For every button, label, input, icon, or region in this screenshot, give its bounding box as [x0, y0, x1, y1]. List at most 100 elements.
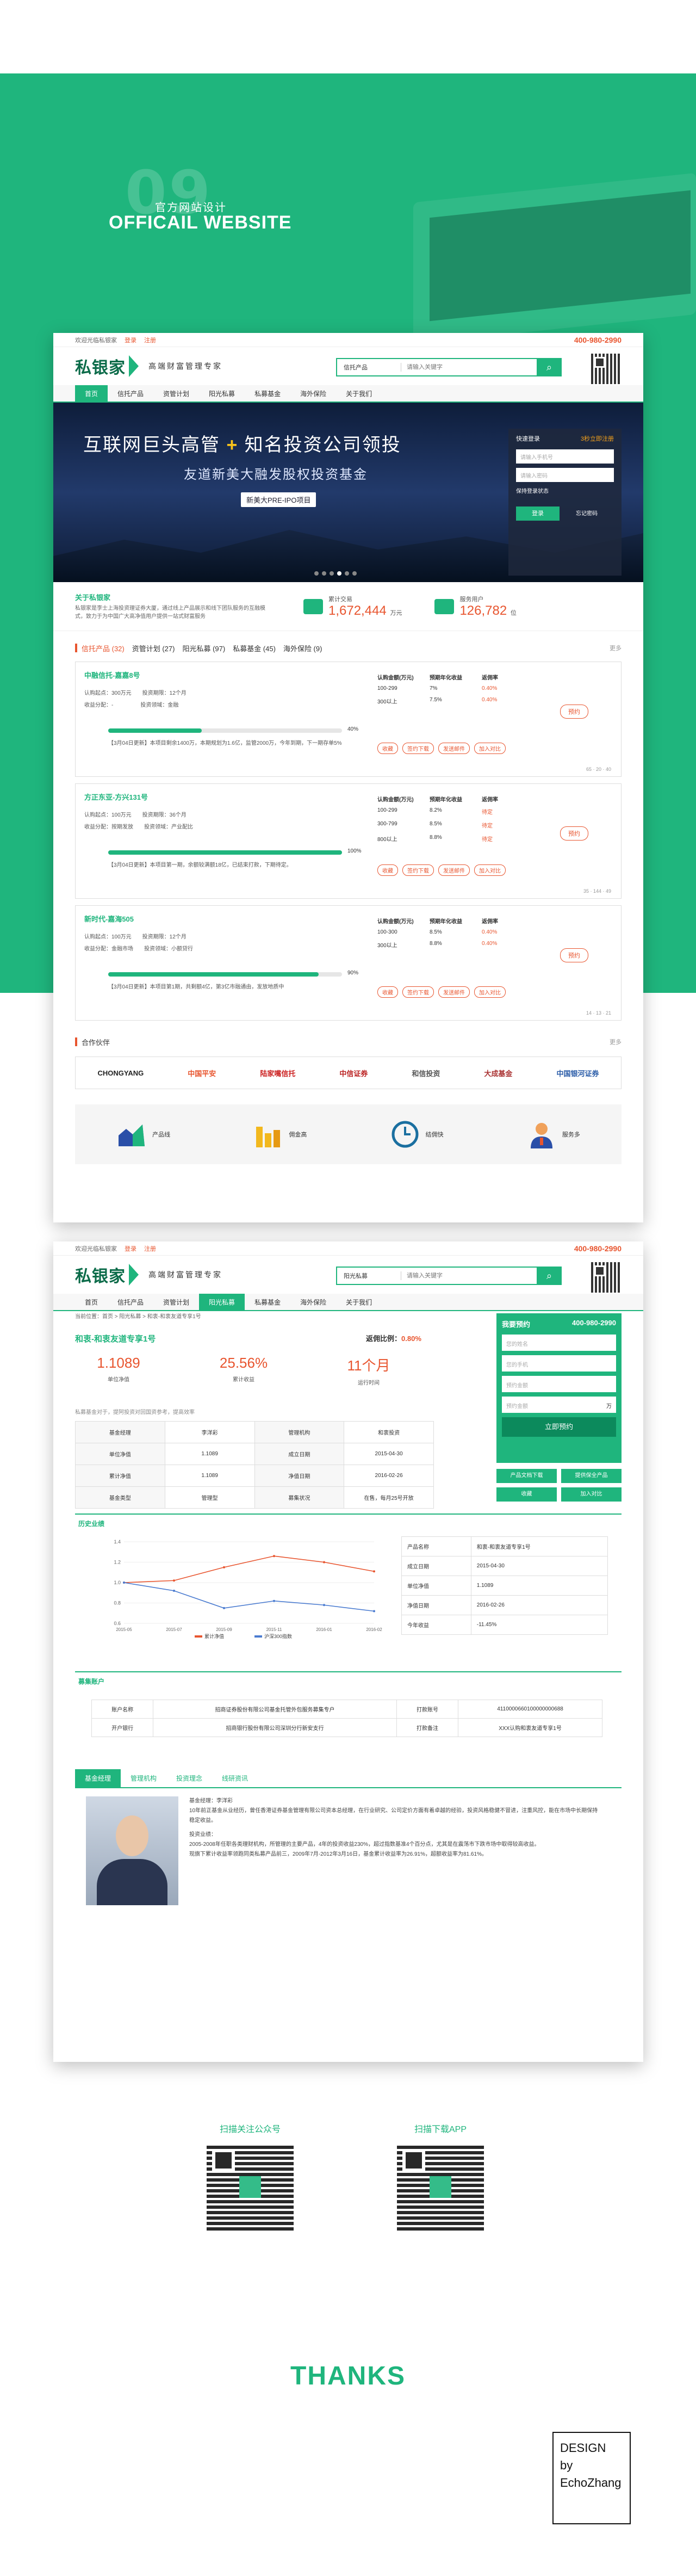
reserve-button[interactable]: 预约 [560, 826, 588, 841]
cell: 7% [430, 685, 438, 691]
carousel-dot[interactable] [345, 571, 349, 576]
cell: 待定 [482, 837, 493, 843]
login-link[interactable]: 登录 [125, 336, 136, 344]
tab-sunshine[interactable]: 阳光私募 (97) [182, 643, 225, 653]
login-link[interactable]: 登录 [125, 1244, 136, 1253]
search-input[interactable] [401, 364, 537, 370]
email-button[interactable]: 发送邮件 [438, 743, 470, 754]
tab-research[interactable]: 线研资讯 [212, 1769, 258, 1787]
partner-logo[interactable]: 中国银河证券 [556, 1068, 599, 1078]
amount-field[interactable]: 预约金额 [502, 1376, 616, 1392]
product-info-row: 收益分配：按期发放 投资领域：产业配比 [84, 824, 193, 830]
quick-register-link[interactable]: 3秒立即注册 [581, 434, 614, 443]
carousel-dot[interactable] [314, 571, 319, 576]
search-category-select[interactable]: 阳光私募 [337, 1271, 401, 1280]
tab-asset-mgmt[interactable]: 资管计划 (27) [132, 643, 175, 653]
phone-field[interactable]: 请输入手机号 [516, 449, 614, 464]
amount-field-2[interactable]: 预约金额 万 [502, 1397, 616, 1413]
compare-button[interactable]: 加入对比 [474, 864, 506, 876]
partner-logo[interactable]: 陆家嘴信托 [260, 1068, 295, 1078]
tab-trust[interactable]: 信托产品 (32) [82, 643, 125, 653]
download-button[interactable]: 签约下载 [402, 986, 434, 998]
favorite-button[interactable]: 收藏 [377, 986, 398, 998]
hero-banner[interactable]: 互联网巨头高管 + 知名投资公司领投 友道新美大融发股权投资基金 新美大PRE-… [53, 403, 643, 582]
password-field[interactable]: 请输入密码 [516, 468, 614, 482]
partner-logo[interactable]: 中信证券 [339, 1068, 368, 1078]
tab-manager[interactable]: 基金经理 [75, 1769, 121, 1787]
partner-logo[interactable]: CHONGYANG [98, 1069, 144, 1077]
reserve-button[interactable]: 预约 [560, 948, 588, 962]
nav-private-fund[interactable]: 私募基金 [245, 1294, 290, 1310]
carousel-dot[interactable] [322, 571, 326, 576]
nav-trust[interactable]: 信托产品 [108, 385, 153, 401]
series-line [123, 1555, 375, 1583]
email-button[interactable]: 发送邮件 [438, 864, 470, 876]
partner-logo[interactable]: 和信投资 [412, 1068, 440, 1078]
carousel-dot[interactable] [352, 571, 357, 576]
register-link[interactable]: 注册 [144, 336, 156, 344]
provide-product-button[interactable]: 提供保全产品 [561, 1469, 622, 1483]
nav-about[interactable]: 关于我们 [336, 385, 382, 401]
nav-sunshine[interactable]: 阳光私募 [199, 1294, 245, 1310]
email-button[interactable]: 发送邮件 [438, 986, 470, 998]
cell: 开户银行 [91, 1718, 154, 1737]
tab-private-fund[interactable]: 私募基金 (45) [233, 643, 276, 653]
more-link[interactable]: 更多 [610, 644, 622, 652]
register-link[interactable]: 注册 [144, 1244, 156, 1253]
nav-asset-mgmt[interactable]: 资管计划 [153, 385, 199, 401]
nav-trust[interactable]: 信托产品 [108, 1294, 153, 1310]
tab-institution[interactable]: 管理机构 [121, 1769, 166, 1787]
search-category-select[interactable]: 信托产品 [337, 363, 401, 372]
nav-about[interactable]: 关于我们 [336, 1294, 382, 1310]
kpi-return: 25.56% 累计收益 [200, 1355, 287, 1383]
reserve-button[interactable]: 预约 [560, 705, 588, 719]
favorite-button[interactable]: 收藏 [377, 864, 398, 876]
tab-philosophy[interactable]: 投资理念 [166, 1769, 212, 1787]
favorite-button[interactable]: 收藏 [377, 743, 398, 754]
product-description: 【3月04日更新】本项目剩余1400万，本期规划为1.6亿，监管2000万，今年… [108, 740, 342, 746]
search-button[interactable]: ⌕ [537, 358, 562, 376]
compare-button[interactable]: 加入对比 [561, 1487, 622, 1502]
carousel-dot[interactable] [337, 571, 341, 576]
download-button[interactable]: 签约下载 [402, 743, 434, 754]
forgot-password-link[interactable]: 忘记密码 [576, 511, 598, 517]
compare-button[interactable]: 加入对比 [474, 986, 506, 998]
logo[interactable]: 私银家 [75, 354, 126, 378]
stat-trade-unit: 万元 [390, 609, 402, 616]
reserve-now-button[interactable]: 立即预约 [502, 1417, 616, 1437]
nav-sunshine[interactable]: 阳光私募 [199, 385, 245, 401]
compare-button[interactable]: 加入对比 [474, 743, 506, 754]
cell: 8.5% [430, 929, 442, 935]
table-row: 单位净值 1.1089 [401, 1576, 608, 1596]
search-input[interactable] [401, 1272, 537, 1279]
nav-home[interactable]: 首页 [75, 1294, 108, 1310]
feature-item: 佣金高 [253, 1119, 307, 1150]
more-link[interactable]: 更多 [610, 1037, 622, 1046]
nav-insurance[interactable]: 海外保险 [290, 385, 336, 401]
product-info-row: 收益分配：金融市场 投资领域：小额贷行 [84, 946, 193, 952]
tabs-accent [75, 644, 77, 652]
nav-asset-mgmt[interactable]: 资管计划 [153, 1294, 199, 1310]
partner-logo[interactable]: 大成基金 [484, 1068, 512, 1078]
favorite-button[interactable]: 收藏 [496, 1487, 557, 1502]
login-button[interactable]: 登录 [516, 506, 560, 521]
name-field[interactable]: 您的姓名 [502, 1335, 616, 1351]
search-button[interactable]: ⌕ [537, 1267, 562, 1285]
kpi-duration: 11个月 运行时间 [325, 1355, 412, 1386]
partner-logo[interactable]: 中国平安 [188, 1068, 216, 1078]
nav-home[interactable]: 首页 [75, 385, 108, 401]
bar-chart-icon [256, 1127, 281, 1147]
doc-download-button[interactable]: 产品文档下载 [496, 1469, 557, 1483]
stats-bar: 关于私银家 私银家是李士上海投资理证券大厦，通过线上产品展示和线下团队服务的互融… [53, 582, 643, 631]
nav-private-fund[interactable]: 私募基金 [245, 385, 290, 401]
logo[interactable]: 私银家 [75, 1263, 126, 1287]
remember-checkbox[interactable]: 保持登录状态 [516, 486, 614, 495]
table-row: 产品名称 和衷-和衷友道专享1号 [401, 1536, 608, 1556]
download-button[interactable]: 签约下载 [402, 864, 434, 876]
carousel-dot[interactable] [330, 571, 334, 576]
feature-label: 产品线 [152, 1132, 171, 1138]
tab-insurance[interactable]: 海外保险 (9) [283, 643, 322, 653]
reserve-panel: 我要预约 400-980-2990 您的姓名 您的手机 预约金额 预约金额万 立即… [496, 1313, 622, 1463]
nav-insurance[interactable]: 海外保险 [290, 1294, 336, 1310]
mobile-field[interactable]: 您的手机 [502, 1355, 616, 1372]
